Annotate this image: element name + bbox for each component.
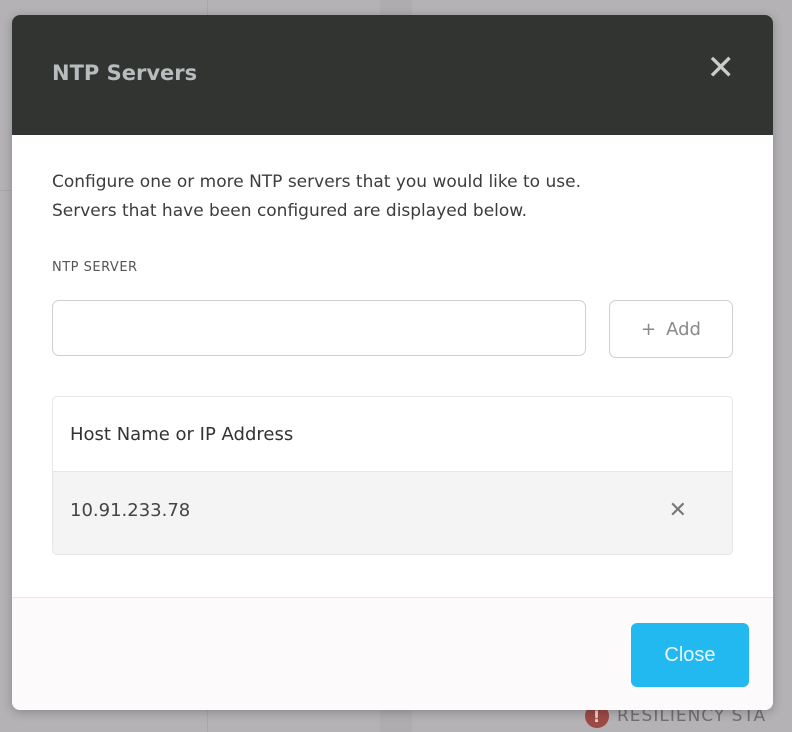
add-button[interactable]: + Add [609, 300, 733, 358]
ntp-servers-table: Host Name or IP Address 10.91.233.78 ✕ [52, 396, 733, 555]
background-divider [0, 190, 12, 191]
table-row: 10.91.233.78 ✕ [53, 472, 732, 554]
description-line: Configure one or more NTP servers that y… [52, 172, 581, 192]
plus-icon: + [641, 318, 657, 340]
dialog-footer: Close [12, 597, 773, 710]
ntp-servers-dialog: NTP Servers ✕ Configure one or more NTP … [12, 15, 773, 710]
ntp-server-input[interactable] [52, 300, 586, 356]
dialog-header: NTP Servers ✕ [12, 15, 773, 135]
dialog-description: Configure one or more NTP servers that y… [52, 168, 752, 226]
table-header: Host Name or IP Address [53, 397, 732, 472]
close-icon[interactable]: ✕ [707, 51, 736, 85]
add-button-label: Add [666, 318, 701, 340]
remove-server-icon[interactable]: ✕ [669, 498, 687, 523]
description-line: Servers that have been configured are di… [52, 201, 528, 221]
dialog-title: NTP Servers [52, 61, 198, 85]
ntp-server-label: NTP SERVER [52, 260, 138, 275]
host-cell: 10.91.233.78 [70, 499, 191, 521]
close-button[interactable]: Close [631, 623, 749, 687]
